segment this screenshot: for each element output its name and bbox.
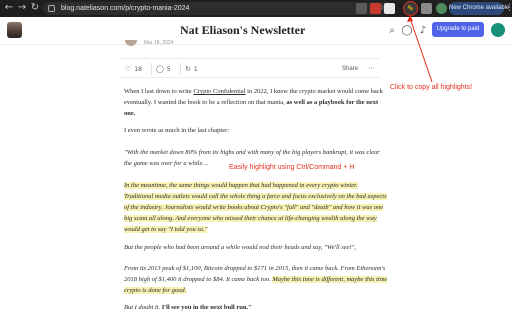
- highlight-shortcut-annotation: Easily highlight using Ctrl/Command + H: [229, 164, 355, 171]
- restack-icon: ↻: [185, 65, 191, 73]
- book-link[interactable]: Crypto Confidential: [193, 88, 245, 95]
- comment-icon: ◯: [156, 65, 164, 73]
- arrow-right-icon[interactable]: →: [16, 2, 28, 14]
- divider: [180, 63, 181, 75]
- new-chrome-available-button[interactable]: New Chrome available: [449, 2, 509, 15]
- browser-toolbar: ← → ↻ blog.nateliason.com/p/crypto-mania…: [0, 0, 512, 17]
- like-button[interactable]: ♡ 18: [125, 64, 142, 74]
- heart-icon: ♡: [125, 65, 132, 73]
- author-avatar[interactable]: [125, 40, 137, 46]
- paragraph-text: When I last down to write: [124, 88, 194, 95]
- paragraph-text: But I doubt it.: [124, 304, 162, 311]
- highlighter-icon[interactable]: ✎: [403, 1, 418, 16]
- post-date: Mar 18, 2024: [144, 40, 174, 46]
- more-options-button[interactable]: ···: [368, 63, 375, 75]
- address-bar[interactable]: blog.nateliason.com/p/crypto-mania-2024 …: [43, 2, 393, 15]
- paragraph-bold-text: I'll see you in the next bull run.": [161, 304, 252, 311]
- site-header: Nat Eliason's Newsletter ⌕ ◯ ♪ Upgrade t…: [0, 17, 512, 45]
- restack-button[interactable]: ↻ 1: [185, 64, 198, 74]
- quote-paragraph: But I doubt it. I'll see you in the next…: [124, 302, 388, 313]
- highlighted-text[interactable]: In the meantime, the same things would h…: [124, 182, 387, 233]
- site-title[interactable]: Nat Eliason's Newsletter: [180, 23, 305, 38]
- kebab-menu-icon[interactable]: ⋮: [505, 2, 512, 15]
- site-logo[interactable]: [7, 22, 22, 38]
- restack-count: 1: [193, 66, 198, 73]
- extension-icon[interactable]: [370, 3, 381, 14]
- divider: [151, 63, 152, 75]
- search-icon[interactable]: ⌕: [386, 25, 398, 37]
- arrow-left-icon[interactable]: ←: [3, 2, 15, 14]
- like-count: 18: [134, 66, 142, 73]
- profile-icon[interactable]: [436, 3, 447, 14]
- bell-icon[interactable]: ♪: [417, 25, 429, 37]
- article-paragraph: I even wrote as much in the last chapter…: [124, 127, 230, 134]
- extension-icon[interactable]: [384, 3, 395, 14]
- share-button[interactable]: Share: [342, 63, 358, 75]
- chat-icon[interactable]: ◯: [401, 25, 413, 37]
- url-text: blog.nateliason.com/p/crypto-mania-2024: [61, 5, 190, 12]
- upgrade-button[interactable]: Upgrade to paid: [432, 22, 484, 37]
- avatar[interactable]: [491, 23, 505, 37]
- puzzle-extensions-icon[interactable]: [421, 3, 432, 14]
- copy-highlights-annotation: Click to copy all highlights!: [390, 84, 473, 91]
- comment-count: 5: [166, 66, 171, 73]
- quote-paragraph: But the people who had been around a whi…: [124, 244, 357, 251]
- quote-paragraph-highlighted: In the meantime, the same things would h…: [124, 180, 388, 235]
- site-info-icon[interactable]: [48, 5, 55, 12]
- reload-icon[interactable]: ↻: [29, 2, 41, 14]
- extension-icon[interactable]: [356, 3, 367, 14]
- article-paragraph: When I last down to write Crypto Confide…: [124, 86, 388, 119]
- quote-paragraph: From its 2013 peak of $1,100, Bitcoin dr…: [124, 263, 388, 296]
- comments-button[interactable]: ◯ 5: [156, 64, 171, 74]
- post-actions-bar: ♡ 18 ◯ 5 ↻ 1 Share ···: [120, 58, 380, 78]
